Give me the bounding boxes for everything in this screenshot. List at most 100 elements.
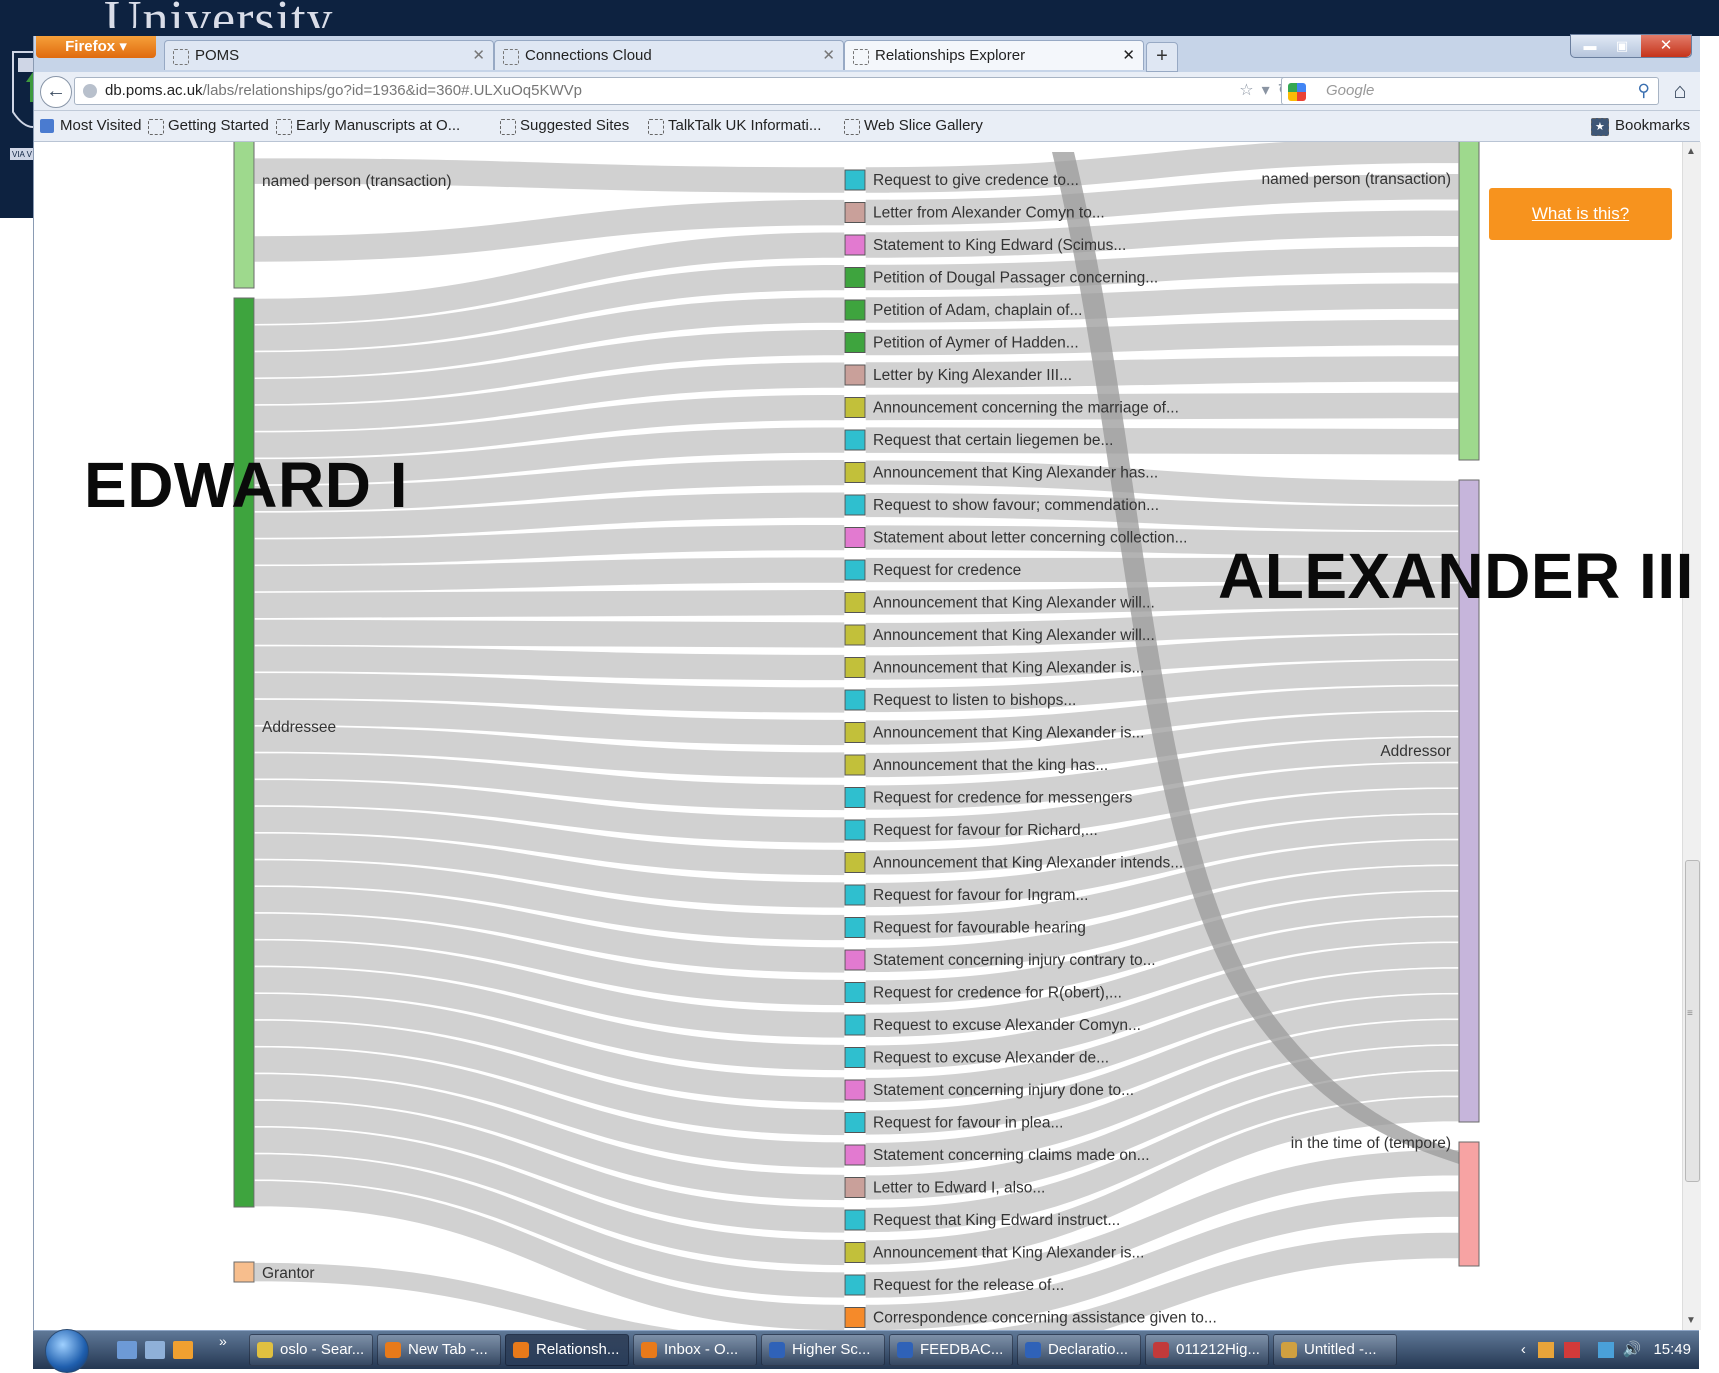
new-tab-button[interactable]: + <box>1146 42 1178 72</box>
scroll-down-icon[interactable]: ▼ <box>1686 1315 1696 1326</box>
tab-connections-cloud[interactable]: Connections Cloud ✕ <box>494 40 844 70</box>
network-icon[interactable] <box>1598 1342 1615 1359</box>
dropdown-icon[interactable]: ▾ <box>1262 82 1278 99</box>
document-swatch[interactable] <box>844 202 866 223</box>
document-swatch[interactable] <box>844 917 866 938</box>
right-node-bar[interactable] <box>1458 1141 1480 1267</box>
document-label[interactable]: Request that certain liegemen be... <box>873 432 1113 449</box>
left-node-bar[interactable] <box>233 142 255 289</box>
show-desktop-icon[interactable] <box>117 1341 137 1359</box>
document-label[interactable]: Request to excuse Alexander Comyn... <box>873 1017 1141 1034</box>
document-swatch[interactable] <box>844 364 866 386</box>
clock[interactable]: 15:49 <box>1653 1341 1691 1358</box>
star-icon[interactable]: ☆ <box>1239 82 1261 99</box>
document-label[interactable]: Petition of Adam, chaplain of... <box>873 302 1082 319</box>
document-swatch[interactable] <box>844 722 866 743</box>
volume-icon[interactable]: 🔊 <box>1623 1341 1642 1358</box>
bookmarks-menu-button[interactable]: ★ Bookmarks <box>1589 111 1690 141</box>
taskbar-item[interactable]: 011212Hig... <box>1145 1334 1269 1366</box>
document-swatch[interactable] <box>844 819 866 841</box>
document-swatch[interactable] <box>844 429 866 451</box>
document-swatch[interactable] <box>844 1014 866 1036</box>
quick-launch-more-icon[interactable]: » <box>219 1333 227 1349</box>
left-node-bar[interactable] <box>233 297 255 1208</box>
document-swatch[interactable] <box>844 1047 866 1068</box>
bookmark-most-visited[interactable]: Most Visited <box>38 111 141 141</box>
taskbar-item[interactable]: Inbox - O... <box>633 1334 757 1366</box>
scroll-thumb[interactable] <box>1685 860 1700 1182</box>
document-swatch[interactable] <box>844 299 866 321</box>
document-label[interactable]: Petition of Aymer of Hadden... <box>873 335 1079 352</box>
document-label[interactable]: Announcement that King Alexander will... <box>873 627 1155 644</box>
document-label[interactable]: Announcement that King Alexander is... <box>873 1245 1144 1262</box>
right-node-bar[interactable] <box>1458 142 1480 461</box>
taskbar-item[interactable]: New Tab -... <box>377 1334 501 1366</box>
document-label[interactable]: Letter to Edward I, also... <box>873 1180 1045 1197</box>
document-swatch[interactable] <box>844 982 866 1003</box>
address-bar[interactable]: db.poms.ac.uk/labs/relationships/go?id=1… <box>74 77 1308 105</box>
what-is-this-button[interactable]: What is this? <box>1489 188 1672 240</box>
document-swatch[interactable] <box>844 949 866 971</box>
document-label[interactable]: Statement about letter concerning collec… <box>873 530 1188 547</box>
firefox-menu-button[interactable]: Firefox ▾ <box>36 36 156 58</box>
document-label[interactable]: Request to listen to bishops... <box>873 692 1076 709</box>
tab-poms[interactable]: POMS ✕ <box>164 40 494 70</box>
taskbar-item[interactable]: Declaratio... <box>1017 1334 1141 1366</box>
document-label[interactable]: Request to give credence to... <box>873 172 1079 189</box>
bookmark-talktalk[interactable]: TalkTalk UK Informati... <box>646 111 821 141</box>
document-label[interactable]: Statement to King Edward (Scimus... <box>873 237 1126 254</box>
document-label[interactable]: Request for credence for messengers <box>873 790 1133 807</box>
document-label[interactable]: Request for favourable hearing <box>873 920 1086 937</box>
bookmark-getting-started[interactable]: Getting Started <box>146 111 269 141</box>
left-link[interactable] <box>253 618 846 650</box>
document-label[interactable]: Request for credence <box>873 562 1021 579</box>
media-player-icon[interactable] <box>173 1341 193 1359</box>
search-icon[interactable]: ⚲ <box>1638 78 1650 104</box>
document-label[interactable]: Letter by King Alexander III... <box>873 367 1072 384</box>
document-swatch[interactable] <box>844 234 866 256</box>
document-swatch[interactable] <box>844 689 866 711</box>
google-engine-icon[interactable] <box>1288 83 1306 101</box>
document-swatch[interactable] <box>844 527 866 548</box>
back-button[interactable]: ← <box>40 76 72 108</box>
document-swatch[interactable] <box>844 852 866 873</box>
document-label[interactable]: Letter from Alexander Comyn to... <box>873 205 1105 222</box>
document-swatch[interactable] <box>844 1177 866 1198</box>
tray-app-icon[interactable] <box>1538 1342 1555 1359</box>
document-label[interactable]: Petition of Dougal Passager concerning..… <box>873 270 1158 287</box>
bookmark-suggested-sites[interactable]: Suggested Sites <box>498 111 629 141</box>
document-swatch[interactable] <box>844 1112 866 1133</box>
tray-alert-icon[interactable] <box>1564 1342 1581 1359</box>
document-label[interactable]: Request that King Edward instruct... <box>873 1212 1120 1229</box>
document-swatch[interactable] <box>844 657 866 678</box>
document-swatch[interactable] <box>844 884 866 906</box>
document-label[interactable]: Statement concerning injury done to... <box>873 1082 1134 1099</box>
document-swatch[interactable] <box>844 1242 866 1263</box>
bookmark-early-manuscripts[interactable]: Early Manuscripts at O... <box>274 111 460 141</box>
document-swatch[interactable] <box>844 1307 866 1328</box>
start-button[interactable] <box>45 1329 89 1373</box>
document-label[interactable]: Request to show favour; commendation... <box>873 497 1159 514</box>
document-label[interactable]: Statement concerning injury contrary to.… <box>873 952 1156 969</box>
document-label[interactable]: Announcement that King Alexander will... <box>873 595 1155 612</box>
bookmark-web-slice-gallery[interactable]: Web Slice Gallery <box>842 111 983 141</box>
document-label[interactable]: Request for credence for R(obert),... <box>873 985 1122 1002</box>
document-label[interactable]: Request for favour in plea... <box>873 1115 1063 1132</box>
close-tab-icon[interactable]: ✕ <box>822 41 835 71</box>
maximize-icon[interactable]: ▣ <box>1607 37 1637 55</box>
page-scrollbar[interactable]: ▲ ≡ ▼ <box>1682 142 1701 1330</box>
document-swatch[interactable] <box>844 624 866 646</box>
switch-windows-icon[interactable] <box>145 1341 165 1359</box>
document-swatch[interactable] <box>844 462 866 483</box>
document-label[interactable]: Announcement that King Alexander is... <box>873 725 1144 742</box>
tab-relationships-explorer[interactable]: Relationships Explorer ✕ <box>844 40 1144 70</box>
document-label[interactable]: Request to excuse Alexander de... <box>873 1050 1109 1067</box>
document-label[interactable]: Announcement concerning the marriage of.… <box>873 400 1179 417</box>
scroll-up-icon[interactable]: ▲ <box>1686 146 1696 157</box>
taskbar-item[interactable]: FEEDBAC... <box>889 1334 1013 1366</box>
document-label[interactable]: Announcement that King Alexander has... <box>873 465 1158 482</box>
document-label[interactable]: Announcement that King Alexander intends… <box>873 855 1183 872</box>
document-label[interactable]: Statement concerning claims made on... <box>873 1147 1150 1164</box>
taskbar-item[interactable]: Higher Sc... <box>761 1334 885 1366</box>
document-swatch[interactable] <box>844 267 866 288</box>
